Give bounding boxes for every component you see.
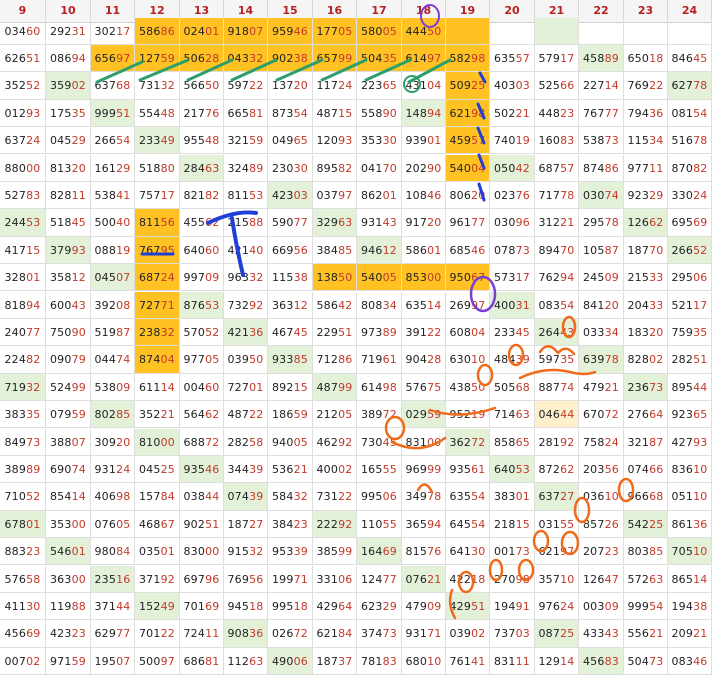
purple-circle-mark — [420, 4, 440, 28]
green-circle-mark — [403, 75, 421, 93]
blue-dash-mark — [478, 71, 487, 84]
orange-circle-mark — [560, 530, 580, 556]
blue-t-stem-mark — [230, 216, 245, 277]
orange-scribble-mark — [538, 345, 576, 356]
orange-curve-mark — [390, 436, 447, 450]
orange-circle-mark — [507, 343, 525, 367]
orange-circle-mark — [488, 558, 504, 582]
green-slash-mark — [138, 58, 190, 82]
green-slash-mark — [230, 58, 278, 82]
orange-circle-mark — [476, 363, 494, 387]
blue-dash-mark — [477, 182, 486, 202]
handwritten-annotations — [95, 4, 635, 620]
green-slash-mark — [407, 58, 452, 84]
blue-dash-mark — [476, 126, 486, 145]
green-slash-mark — [275, 58, 324, 82]
green-slash-mark — [186, 58, 234, 82]
orange-circle-mark — [532, 529, 550, 553]
blue-dash-mark — [476, 102, 486, 120]
blue-dash-mark — [477, 153, 486, 170]
green-slash-mark — [364, 58, 412, 82]
orange-scribble-mark — [416, 483, 434, 494]
orange-circle-mark — [573, 496, 591, 524]
orange-circle-mark — [561, 315, 577, 339]
number-grid-sheet: 9 10 11 12 13 14 15 16 17 18 19 20 21 22 23 24 03460 292… — [0, 0, 720, 690]
purple-circle-mark — [469, 275, 497, 313]
green-slash-mark — [95, 60, 144, 84]
green-slash-mark — [320, 58, 368, 82]
orange-circle-mark — [617, 477, 635, 503]
orange-curve-mark — [428, 406, 497, 416]
orange-stroke-mark — [448, 588, 457, 620]
orange-circle-mark — [457, 570, 475, 594]
orange-curve-mark — [518, 368, 597, 380]
orange-circle-mark — [384, 415, 406, 441]
orange-circle-mark — [517, 558, 535, 582]
